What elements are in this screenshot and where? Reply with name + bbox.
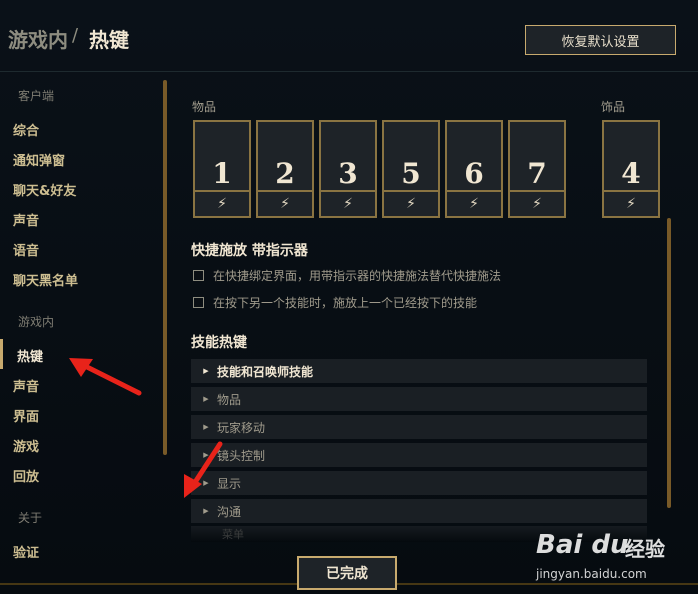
slot-key: 5 [401, 157, 421, 190]
sidebar-item-game[interactable]: 游戏 [13, 436, 39, 455]
slot-key: 4 [621, 157, 641, 190]
category-player-movement[interactable]: ▶ 玩家移动 [191, 415, 647, 439]
category-display[interactable]: ▶ 显示 [191, 471, 647, 495]
header: 游戏内 / 热键 恢复默认设置 [0, 0, 698, 72]
settings-window: 游戏内 / 热键 恢复默认设置 客户端 综合 通知弹窗 聊天&好友 声音 语音 … [0, 0, 698, 594]
trinket-slot[interactable]: 4 ⚡ [602, 120, 660, 218]
checkbox-label: 在按下另一个技能时，施放上一个已经按下的技能 [213, 296, 478, 310]
sidebar-item-general[interactable]: 综合 [13, 120, 39, 139]
lightning-icon[interactable]: ⚡ [195, 190, 249, 216]
slot-key: 7 [527, 157, 547, 190]
baidu-logo: Bai du [536, 530, 629, 560]
ability-hotkeys-title: 技能热键 [191, 335, 247, 351]
sidebar-section-ingame: 游戏内 [18, 315, 55, 329]
item-slot-5[interactable]: 6 ⚡ [445, 120, 503, 218]
sidebar-scrollbar[interactable] [163, 80, 167, 455]
expand-triangle-icon: ▶ [203, 451, 209, 459]
item-slot-3[interactable]: 3 ⚡ [319, 120, 377, 218]
expand-triangle-icon: ▶ [203, 423, 209, 431]
content-scrollbar[interactable] [667, 218, 671, 508]
lightning-icon[interactable]: ⚡ [447, 190, 501, 216]
watermark-text: 经验 [625, 537, 665, 561]
item-slot-4[interactable]: 5 ⚡ [382, 120, 440, 218]
expand-triangle-icon: ▶ [203, 395, 209, 403]
lightning-icon[interactable]: ⚡ [384, 190, 438, 216]
item-slot-1[interactable]: 1 ⚡ [193, 120, 251, 218]
sidebar-item-chat-blocklist[interactable]: 聊天黑名单 [13, 270, 78, 289]
slot-key: 2 [275, 157, 295, 190]
lightning-icon[interactable]: ⚡ [604, 190, 658, 216]
lightning-icon[interactable]: ⚡ [510, 190, 564, 216]
sidebar-item-hotkeys[interactable]: 热键 [17, 346, 43, 365]
sidebar-section-client: 客户端 [18, 89, 55, 103]
sidebar-item-interface[interactable]: 界面 [13, 406, 39, 425]
breadcrumb-parent: 游戏内 [8, 28, 68, 52]
checkbox[interactable] [193, 270, 204, 281]
done-button[interactable]: 已完成 [297, 556, 397, 590]
checkbox-label: 在快捷绑定界面，用带指示器的快捷施法替代快捷施法 [213, 269, 502, 283]
checkbox[interactable] [193, 297, 204, 308]
slot-key: 3 [338, 157, 358, 190]
category-label: 显示 [217, 476, 242, 491]
lightning-icon[interactable]: ⚡ [258, 190, 312, 216]
category-abilities-summoner[interactable]: ▶ 技能和召唤师技能 [191, 359, 647, 383]
category-label: 玩家移动 [217, 420, 266, 435]
quick-cast-option-1[interactable]: 在快捷绑定界面，用带指示器的快捷施法替代快捷施法 [193, 267, 501, 284]
page-title: 热键 [89, 28, 129, 52]
trinket-label: 饰品 [601, 100, 626, 114]
quick-cast-option-2[interactable]: 在按下另一个技能时，施放上一个已经按下的技能 [193, 294, 477, 311]
lightning-icon[interactable]: ⚡ [321, 190, 375, 216]
sidebar: 客户端 综合 通知弹窗 聊天&好友 声音 语音 聊天黑名单 游戏内 热键 声音 … [0, 73, 170, 573]
quick-cast-title: 快捷施放 带指示器 [191, 243, 308, 259]
watermark-url: jingyan.baidu.com [536, 567, 647, 581]
category-label: 镜头控制 [217, 448, 266, 463]
sidebar-item-replays[interactable]: 回放 [13, 466, 39, 485]
breadcrumb-separator: / [72, 25, 79, 46]
expand-triangle-icon: ▶ [203, 507, 209, 515]
item-slot-6[interactable]: 7 ⚡ [508, 120, 566, 218]
baidu-watermark: Bai du 经验 jingyan.baidu.com [530, 520, 695, 588]
expand-triangle-icon: ▶ [203, 479, 209, 487]
sidebar-item-client-sound[interactable]: 声音 [13, 210, 39, 229]
sidebar-section-about: 关于 [18, 511, 43, 525]
active-indicator [0, 339, 3, 369]
sidebar-item-voice[interactable]: 语音 [13, 240, 39, 259]
category-label: 沟通 [217, 504, 242, 519]
sidebar-item-chat-friends[interactable]: 聊天&好友 [13, 180, 76, 199]
sidebar-item-ingame-sound[interactable]: 声音 [13, 376, 39, 395]
sidebar-item-notifications[interactable]: 通知弹窗 [13, 150, 65, 169]
category-label: 物品 [217, 392, 242, 407]
restore-defaults-button[interactable]: 恢复默认设置 [525, 25, 676, 55]
category-items[interactable]: ▶ 物品 [191, 387, 647, 411]
item-slot-2[interactable]: 2 ⚡ [256, 120, 314, 218]
sidebar-item-verification[interactable]: 验证 [13, 542, 39, 561]
slot-key: 1 [212, 157, 232, 190]
slot-key: 6 [464, 157, 484, 190]
category-camera-control[interactable]: ▶ 镜头控制 [191, 443, 647, 467]
items-label: 物品 [192, 100, 217, 114]
category-label: 技能和召唤师技能 [217, 364, 314, 379]
expand-triangle-icon: ▶ [203, 367, 209, 375]
